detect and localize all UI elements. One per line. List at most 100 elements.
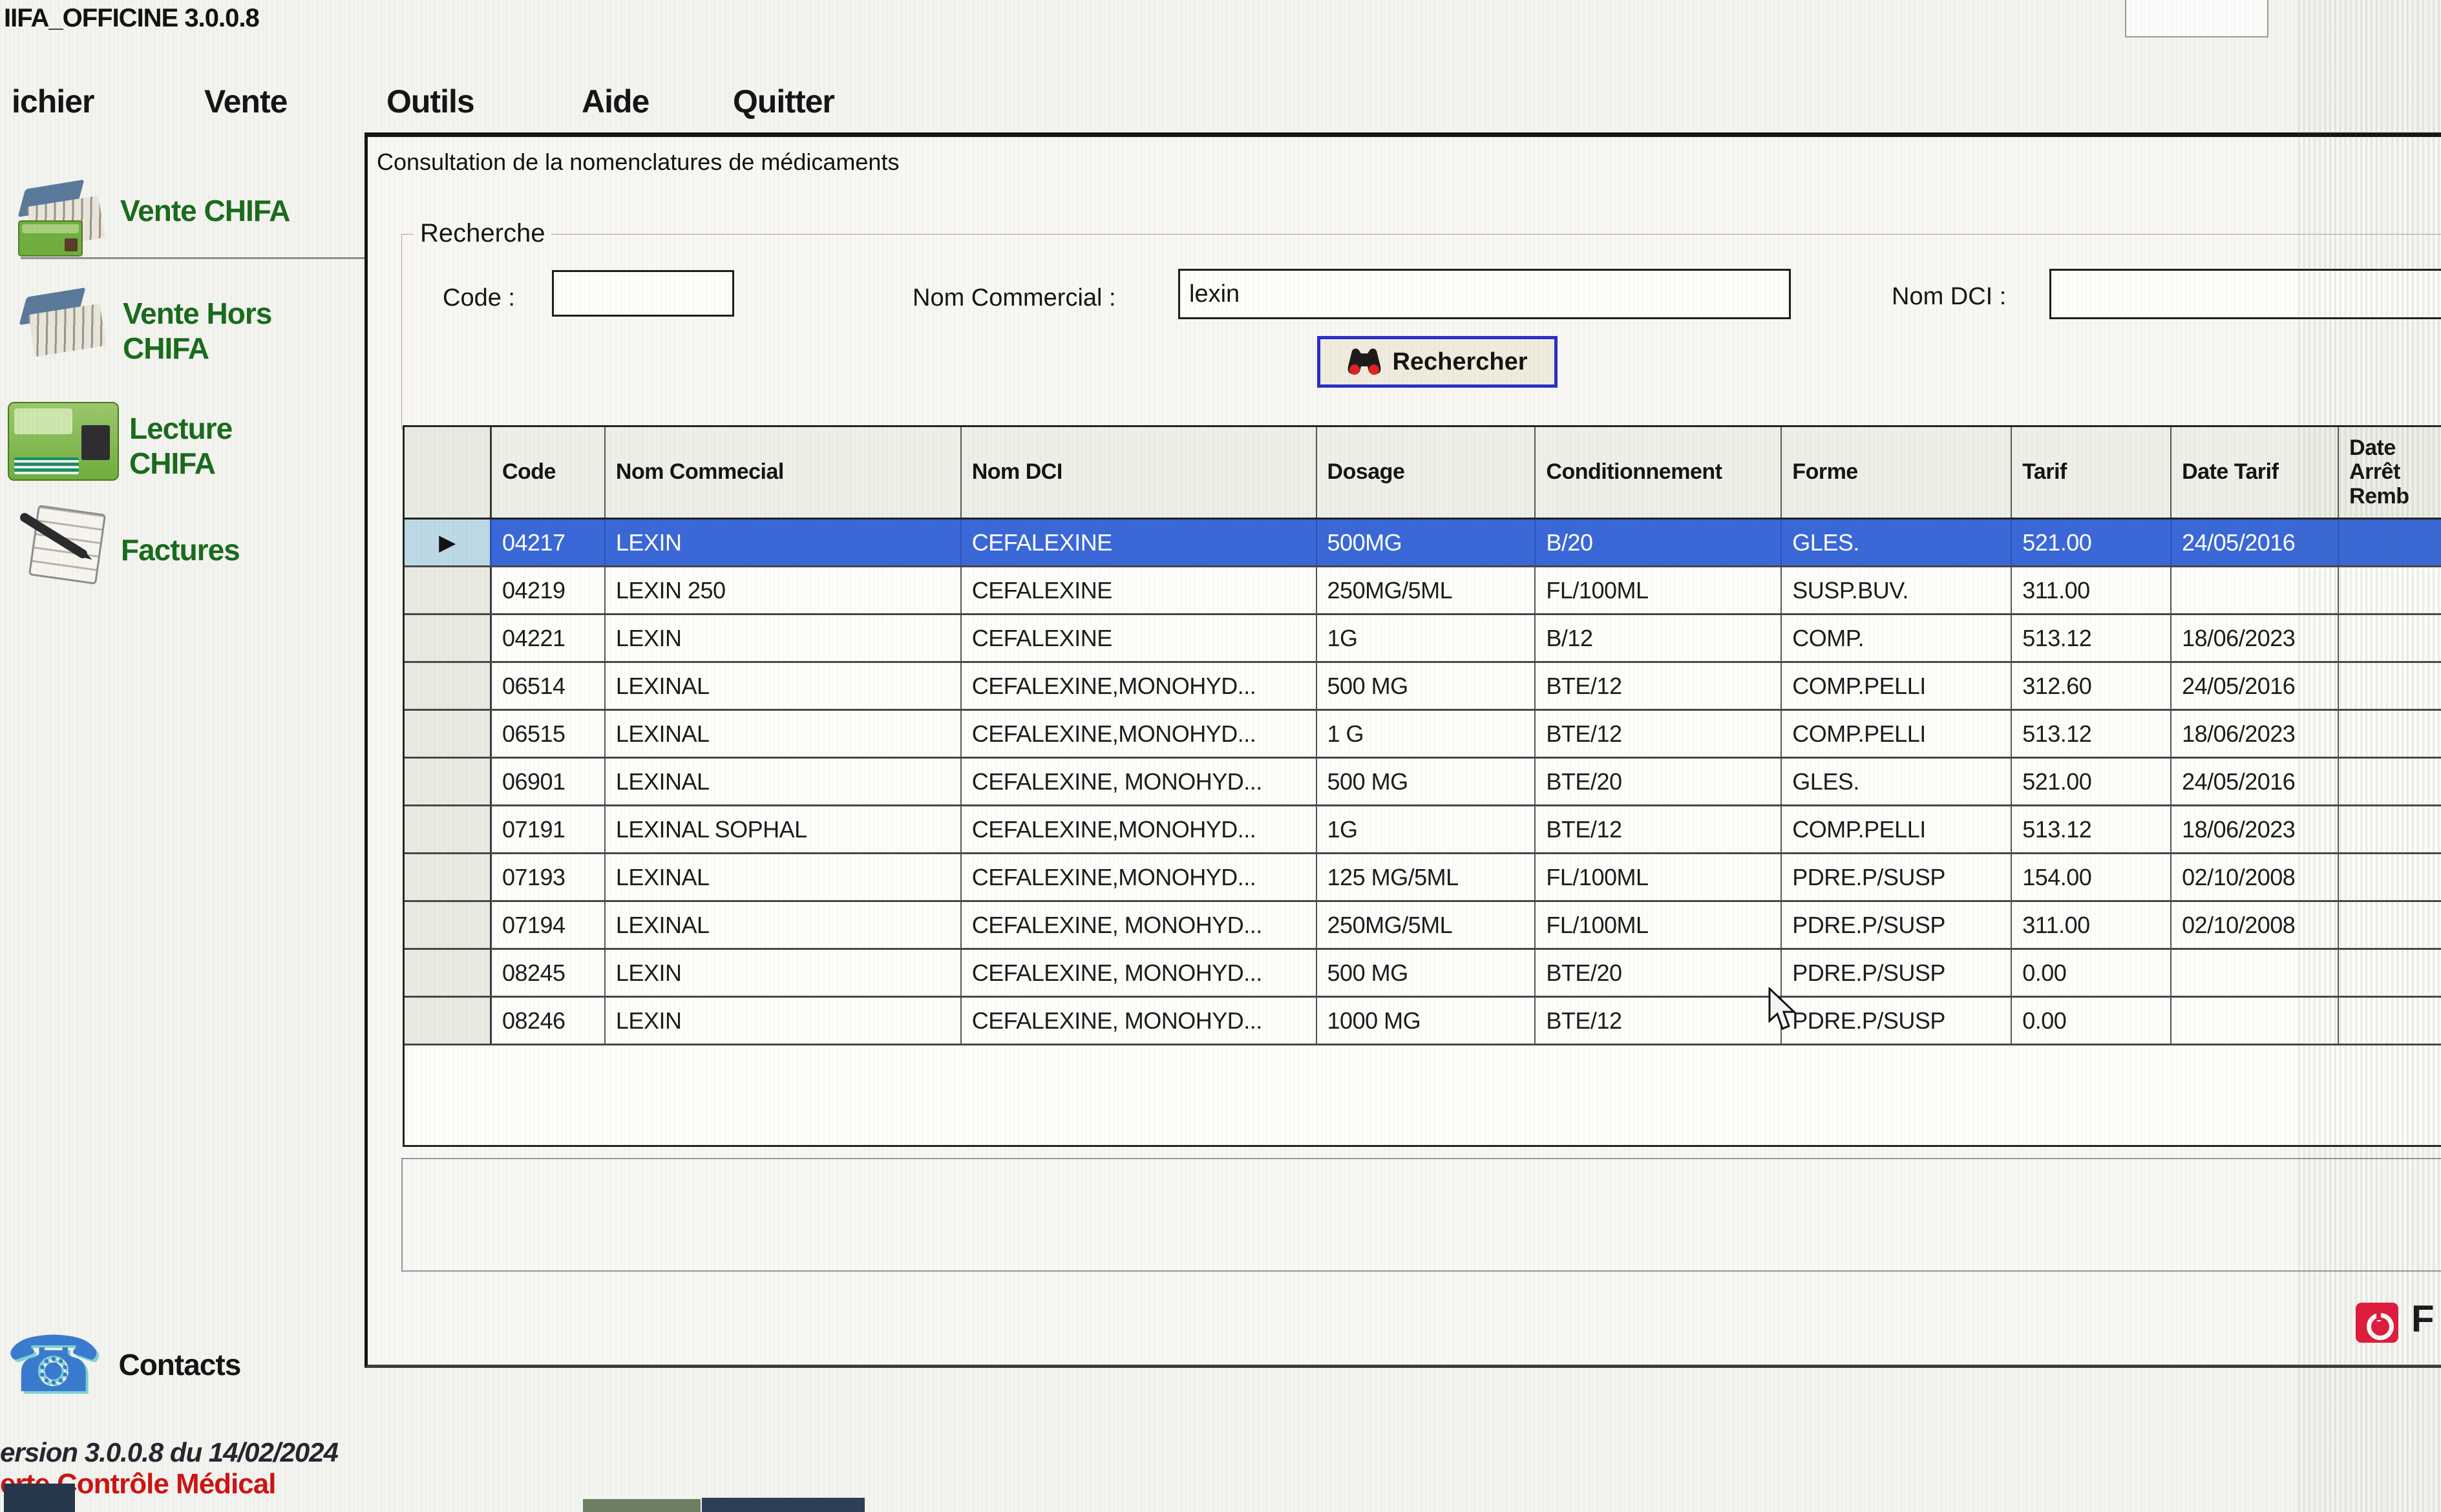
cell-date-arret-remb[interactable]: [2339, 998, 2441, 1044]
menu-item-fichier[interactable]: ichier: [12, 83, 94, 120]
cell-nom-commercial[interactable]: LEXINAL: [606, 711, 962, 757]
cell-dosage[interactable]: 500 MG: [1317, 950, 1536, 996]
cell-forme[interactable]: COMP.PELLI: [1782, 806, 2012, 852]
cell-nom-dci[interactable]: CEFALEXINE, MONOHYD...: [962, 902, 1317, 948]
rechercher-button[interactable]: Rechercher: [1317, 336, 1558, 388]
cell-date-arret-remb[interactable]: [2339, 759, 2441, 804]
cell-nom-dci[interactable]: CEFALEXINE, MONOHYD...: [962, 950, 1317, 996]
cell-nom-commercial[interactable]: LEXIN: [606, 950, 962, 996]
cell-forme[interactable]: GLES.: [1782, 759, 2012, 804]
cell-date-tarif[interactable]: 18/06/2023: [2172, 806, 2339, 852]
cell-conditionnement[interactable]: FL/100ML: [1536, 567, 1782, 613]
cell-dosage[interactable]: 1G: [1317, 806, 1536, 852]
sidebar-item-vente-hors-chifa[interactable]: Vente Hors CHIFA: [19, 292, 323, 366]
table-row[interactable]: 06514LEXINALCEFALEXINE,MONOHYD...500 MGB…: [405, 663, 2441, 711]
cell-date-tarif[interactable]: [2172, 567, 2339, 613]
cell-conditionnement[interactable]: B/20: [1536, 520, 1782, 565]
sidebar-item-vente-chifa[interactable]: Vente CHIFA: [18, 184, 290, 254]
cell-date-arret-remb[interactable]: [2339, 615, 2441, 661]
row-header[interactable]: [405, 615, 492, 661]
close-button-label[interactable]: F: [2411, 1297, 2434, 1341]
row-header[interactable]: [405, 998, 492, 1044]
cell-tarif[interactable]: 513.12: [2012, 615, 2172, 661]
cell-date-arret-remb[interactable]: [2339, 567, 2441, 613]
column-header-dosage[interactable]: Dosage: [1317, 427, 1536, 518]
cell-nom-dci[interactable]: CEFALEXINE, MONOHYD...: [962, 998, 1317, 1044]
cell-tarif[interactable]: 311.00: [2012, 902, 2172, 948]
cell-date-arret-remb[interactable]: [2339, 902, 2441, 948]
row-header[interactable]: [405, 663, 492, 709]
cell-date-arret-remb[interactable]: [2339, 663, 2441, 709]
table-row[interactable]: 07191LEXINAL SOPHALCEFALEXINE,MONOHYD...…: [405, 806, 2441, 854]
cell-tarif[interactable]: 513.12: [2012, 711, 2172, 757]
column-header-tarif[interactable]: Tarif: [2012, 427, 2172, 518]
cell-dosage[interactable]: 1000 MG: [1317, 998, 1536, 1044]
cell-forme[interactable]: PDRE.P/SUSP: [1782, 950, 2012, 996]
cell-nom-commercial[interactable]: LEXIN: [606, 520, 962, 565]
cell-nom-dci[interactable]: CEFALEXINE: [962, 615, 1317, 661]
cell-date-arret-remb[interactable]: [2339, 711, 2441, 757]
column-header-nom-dci[interactable]: Nom DCI: [962, 427, 1317, 518]
cell-tarif[interactable]: 154.00: [2012, 854, 2172, 900]
table-row[interactable]: 08245LEXINCEFALEXINE, MONOHYD...500 MGBT…: [405, 950, 2441, 998]
cell-forme[interactable]: COMP.PELLI: [1782, 663, 2012, 709]
cell-code[interactable]: 06514: [492, 663, 606, 709]
menu-item-vente[interactable]: Vente: [204, 83, 287, 120]
row-header[interactable]: [405, 854, 492, 900]
cell-tarif[interactable]: 0.00: [2012, 950, 2172, 996]
cell-nom-commercial[interactable]: LEXIN: [606, 998, 962, 1044]
cell-forme[interactable]: PDRE.P/SUSP: [1782, 902, 2012, 948]
power-close-icon[interactable]: [2356, 1303, 2398, 1343]
menu-item-aide[interactable]: Aide: [582, 83, 649, 120]
column-header-selector[interactable]: [405, 427, 492, 518]
cell-date-arret-remb[interactable]: [2339, 950, 2441, 996]
cell-code[interactable]: 06901: [492, 759, 606, 804]
code-input[interactable]: [552, 270, 734, 317]
table-row[interactable]: 08246LEXINCEFALEXINE, MONOHYD...1000 MGB…: [405, 998, 2441, 1045]
cell-nom-dci[interactable]: CEFALEXINE: [962, 567, 1317, 613]
cell-date-tarif[interactable]: 24/05/2016: [2172, 759, 2339, 804]
cell-forme[interactable]: COMP.PELLI: [1782, 711, 2012, 757]
column-header-date-arret-remb[interactable]: Date Arrêt Remb: [2339, 427, 2441, 518]
cell-code[interactable]: 08245: [492, 950, 606, 996]
sidebar-item-factures[interactable]: Factures: [16, 505, 240, 582]
cell-tarif[interactable]: 0.00: [2012, 998, 2172, 1044]
cell-code[interactable]: 07194: [492, 902, 606, 948]
cell-forme[interactable]: COMP.: [1782, 615, 2012, 661]
table-row[interactable]: 06515LEXINALCEFALEXINE,MONOHYD...1 GBTE/…: [405, 711, 2441, 759]
cell-nom-dci[interactable]: CEFALEXINE: [962, 520, 1317, 565]
cell-conditionnement[interactable]: FL/100ML: [1536, 854, 1782, 900]
cell-conditionnement[interactable]: BTE/12: [1536, 663, 1782, 709]
menu-item-outils[interactable]: Outils: [386, 83, 474, 120]
sidebar-item-lecture-chifa[interactable]: Lecture CHIFA: [8, 402, 323, 481]
cell-dosage[interactable]: 500 MG: [1317, 759, 1536, 804]
column-header-nom-commercial[interactable]: Nom Commecial: [606, 427, 962, 518]
row-header[interactable]: ▶: [405, 520, 492, 565]
row-header[interactable]: [405, 806, 492, 852]
row-header[interactable]: [405, 902, 492, 948]
cell-date-tarif[interactable]: 18/06/2023: [2172, 711, 2339, 757]
cell-tarif[interactable]: 311.00: [2012, 567, 2172, 613]
row-header[interactable]: [405, 567, 492, 613]
cell-code[interactable]: 08246: [492, 998, 606, 1044]
table-row[interactable]: ▶04217LEXINCEFALEXINE500MGB/20GLES.521.0…: [405, 520, 2441, 567]
cell-dosage[interactable]: 500MG: [1317, 520, 1536, 565]
cell-code[interactable]: 07193: [492, 854, 606, 900]
cell-conditionnement[interactable]: FL/100ML: [1536, 902, 1782, 948]
cell-date-tarif[interactable]: 18/06/2023: [2172, 615, 2339, 661]
column-header-conditionnement[interactable]: Conditionnement: [1536, 427, 1782, 518]
cell-conditionnement[interactable]: BTE/12: [1536, 806, 1782, 852]
cell-date-tarif[interactable]: 02/10/2008: [2172, 902, 2339, 948]
cell-tarif[interactable]: 521.00: [2012, 520, 2172, 565]
cell-code[interactable]: 04219: [492, 567, 606, 613]
column-header-forme[interactable]: Forme: [1782, 427, 2012, 518]
cell-tarif[interactable]: 521.00: [2012, 759, 2172, 804]
cell-nom-commercial[interactable]: LEXIN 250: [606, 567, 962, 613]
cell-code[interactable]: 04217: [492, 520, 606, 565]
row-header[interactable]: [405, 711, 492, 757]
table-row[interactable]: 04219LEXIN 250CEFALEXINE250MG/5MLFL/100M…: [405, 567, 2441, 615]
column-header-date-tarif[interactable]: Date Tarif: [2172, 427, 2339, 518]
cell-code[interactable]: 04221: [492, 615, 606, 661]
cell-nom-dci[interactable]: CEFALEXINE,MONOHYD...: [962, 854, 1317, 900]
cell-dosage[interactable]: 1G: [1317, 615, 1536, 661]
